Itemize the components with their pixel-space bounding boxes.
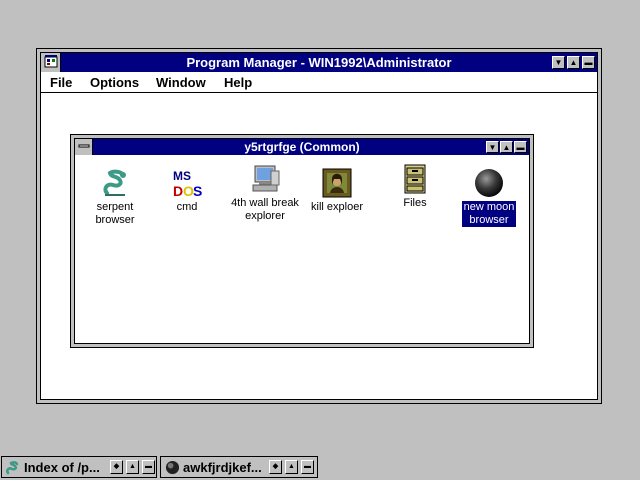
up-down-icon: ◆	[272, 463, 279, 470]
minimized-window-awkf[interactable]: awkfjrdjkef... ◆ ▲ ▬	[160, 456, 318, 478]
restore-icon: ▬	[516, 143, 525, 152]
maximize-icon: ▲	[569, 58, 578, 67]
icon-label-line2: explorer	[245, 210, 285, 222]
program-manager-title: Program Manager - WIN1992\Administrator	[186, 55, 452, 70]
icon-label-line1: Files	[403, 197, 427, 209]
maximize-icon: ▲	[502, 143, 511, 152]
restore-button[interactable]: ▬	[301, 460, 314, 474]
spin-button[interactable]: ◆	[110, 460, 123, 474]
icon-label: kill exploer	[309, 201, 365, 214]
menu-options[interactable]: Options	[90, 75, 139, 90]
icon-label-line1: 4th wall break	[231, 197, 299, 209]
icon-label-line1: kill exploer	[311, 201, 363, 213]
moon-icon	[473, 167, 505, 199]
serpent-browser-item[interactable]: serpent browser	[75, 167, 155, 227]
maximize-button[interactable]: ▲	[567, 56, 580, 69]
kill-exploer-item[interactable]: kill exploer	[297, 167, 377, 214]
icon-label-line1: cmd	[176, 201, 198, 213]
file-cabinet-icon	[399, 163, 431, 195]
program-manager-window: Program Manager - WIN1992\Administrator …	[36, 48, 602, 404]
restore-icon: ▬	[145, 463, 152, 470]
cmd-item[interactable]: MS D O S cmd	[147, 167, 227, 214]
program-group-frame: y5rtgrfge (Common) ▼ ▲ ▬ serpent browser…	[74, 138, 530, 344]
menu-help[interactable]: Help	[224, 75, 252, 90]
icon-label-line2: browser	[469, 214, 509, 226]
restore-icon: ▬	[304, 463, 311, 470]
menu-file[interactable]: File	[50, 75, 72, 90]
minimize-button[interactable]: ▼	[552, 56, 565, 69]
program-group-title: y5rtgrfge (Common)	[244, 140, 360, 154]
menu-window[interactable]: Window	[156, 75, 206, 90]
restore-button[interactable]: ▬	[142, 460, 155, 474]
group-maximize-button[interactable]: ▲	[500, 141, 513, 153]
serpent-icon	[6, 461, 19, 475]
icon-label: Files	[401, 197, 428, 210]
system-menu-icon[interactable]	[41, 53, 61, 72]
serpent-icon	[99, 167, 131, 199]
minimize-icon: ▼	[554, 58, 563, 67]
dash-icon	[78, 144, 89, 148]
ms-dos-icon: MS D O S	[171, 167, 203, 199]
icon-label: 4th wall break explorer	[229, 197, 301, 223]
maximize-icon: ▲	[288, 463, 295, 470]
group-system-menu-icon[interactable]	[75, 139, 93, 155]
spin-button[interactable]: ◆	[269, 460, 282, 474]
minimize-icon: ▼	[488, 143, 497, 152]
moon-icon	[165, 460, 180, 475]
svg-text:MS: MS	[173, 169, 191, 183]
icon-label: cmd	[175, 201, 200, 214]
4th-wall-break-explorer-item[interactable]: 4th wall break explorer	[225, 163, 305, 223]
minimized-window-title: Index of /p...	[24, 460, 100, 475]
menu-bar: File Options Window Help	[41, 73, 597, 93]
maximize-button[interactable]: ▲	[126, 460, 139, 474]
program-group-window: y5rtgrfge (Common) ▼ ▲ ▬ serpent browser…	[70, 134, 534, 348]
restore-button[interactable]: ▬	[582, 56, 595, 69]
files-item[interactable]: Files	[375, 163, 455, 210]
minimized-window-index[interactable]: Index of /p... ◆ ▲ ▬	[1, 456, 157, 478]
maximize-icon: ▲	[129, 463, 136, 470]
minimized-window-title: awkfjrdjkef...	[183, 460, 262, 475]
program-manager-workspace: y5rtgrfge (Common) ▼ ▲ ▬ serpent browser…	[41, 93, 597, 399]
computer-icon	[249, 163, 281, 195]
restore-icon: ▬	[584, 58, 593, 67]
icon-label-line2: browser	[95, 214, 135, 226]
group-minimize-button[interactable]: ▼	[486, 141, 499, 153]
new-moon-browser-item[interactable]: new moon browser	[449, 167, 529, 227]
icon-label-line1: serpent	[96, 201, 134, 213]
svg-text:D: D	[173, 183, 183, 199]
svg-text:S: S	[193, 183, 202, 199]
icon-label-line1: new moon	[463, 201, 515, 213]
program-manager-app-icon	[44, 55, 57, 68]
icon-label: new moon browser	[461, 201, 517, 227]
program-manager-frame: Program Manager - WIN1992\Administrator …	[40, 52, 598, 400]
icon-label: serpent browser	[93, 201, 136, 227]
framed-portrait-icon	[321, 167, 353, 199]
up-down-icon: ◆	[113, 463, 120, 470]
program-group-titlebar[interactable]: y5rtgrfge (Common) ▼ ▲ ▬	[75, 139, 529, 155]
maximize-button[interactable]: ▲	[285, 460, 298, 474]
program-manager-titlebar[interactable]: Program Manager - WIN1992\Administrator …	[41, 53, 597, 72]
group-restore-button[interactable]: ▬	[514, 141, 527, 153]
